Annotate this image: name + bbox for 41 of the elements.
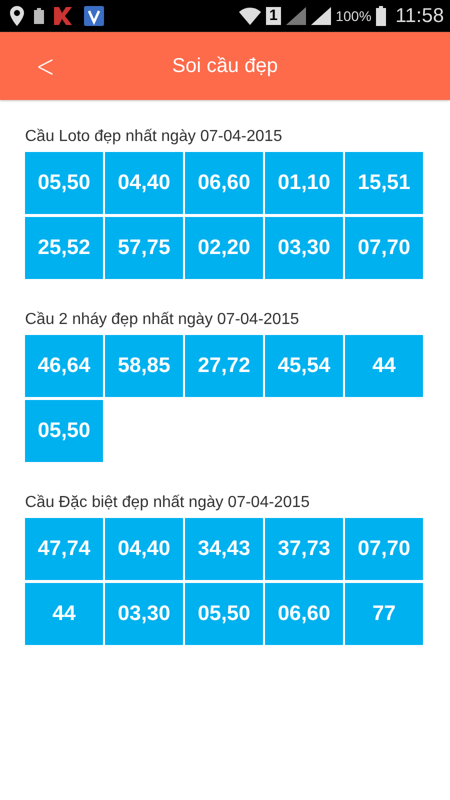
number-tile[interactable]: 02,20 (185, 217, 263, 279)
number-tile[interactable]: 57,75 (105, 217, 183, 279)
location-pin-icon (10, 6, 24, 26)
battery-percent: 100% (336, 8, 372, 24)
number-tile[interactable]: 27,72 (185, 335, 263, 397)
number-tile[interactable]: 45,54 (265, 335, 343, 397)
number-tile[interactable]: 03,30 (105, 583, 183, 645)
section-title: Cầu Loto đẹp nhất ngày 07-04-2015 (25, 128, 284, 146)
number-tile[interactable]: 03,30 (265, 217, 343, 279)
signal-icon (310, 7, 331, 25)
wifi-icon (239, 7, 262, 25)
number-tile[interactable]: 58,85 (105, 335, 183, 397)
section-title: Cầu Đặc biệt đẹp nhất ngày 07-04-2015 (25, 494, 311, 512)
battery-icon (34, 8, 44, 24)
number-tile[interactable]: 04,40 (105, 152, 183, 214)
number-tile[interactable]: 77 (345, 583, 423, 645)
number-tile[interactable]: 06,60 (265, 583, 343, 645)
number-tile[interactable]: 47,74 (25, 518, 103, 580)
number-tile[interactable]: 37,73 (265, 518, 343, 580)
number-tile[interactable]: 05,50 (185, 583, 263, 645)
number-tile[interactable]: 25,52 (25, 217, 103, 279)
screen-title: Soi cầu đẹp (172, 54, 278, 78)
signal-icon (286, 7, 306, 25)
number-tile[interactable]: 34,43 (185, 518, 263, 580)
sim-indicator: 1 (266, 7, 281, 25)
section-title: Cầu 2 nháy đẹp nhất ngày 07-04-2015 (25, 311, 300, 329)
number-tile[interactable]: 44 (345, 335, 423, 397)
number-tile[interactable]: 46,64 (25, 335, 103, 397)
number-tile[interactable]: 07,70 (345, 217, 423, 279)
number-tile[interactable]: 05,50 (25, 152, 103, 214)
number-tile[interactable]: 07,70 (345, 518, 423, 580)
back-button[interactable]: < (29, 47, 62, 85)
app-icon (84, 6, 104, 26)
number-tile[interactable]: 15,51 (345, 152, 423, 214)
number-tile[interactable]: 01,10 (265, 152, 343, 214)
number-tile[interactable]: 06,60 (185, 152, 263, 214)
number-tile[interactable]: 05,50 (25, 400, 103, 462)
clock: 11:58 (395, 4, 444, 28)
battery-icon (376, 6, 386, 26)
number-tile[interactable]: 04,40 (105, 518, 183, 580)
number-tile[interactable]: 44 (25, 583, 103, 645)
